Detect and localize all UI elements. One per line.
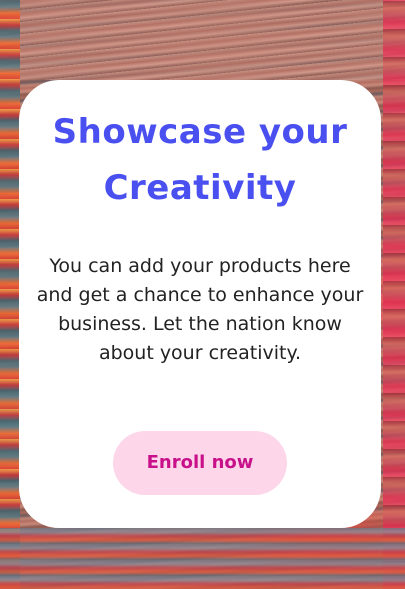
promo-card: Showcase your Creativity You can add you… xyxy=(19,80,381,528)
background-texture-top xyxy=(0,0,405,80)
background-texture-left xyxy=(0,0,20,589)
background-texture-bottom xyxy=(0,528,405,589)
card-title: Showcase your Creativity xyxy=(52,112,348,208)
background-texture-right xyxy=(383,0,405,589)
card-description: You can add your products here and get a… xyxy=(36,255,364,364)
enroll-now-button[interactable]: Enroll now xyxy=(113,431,287,495)
